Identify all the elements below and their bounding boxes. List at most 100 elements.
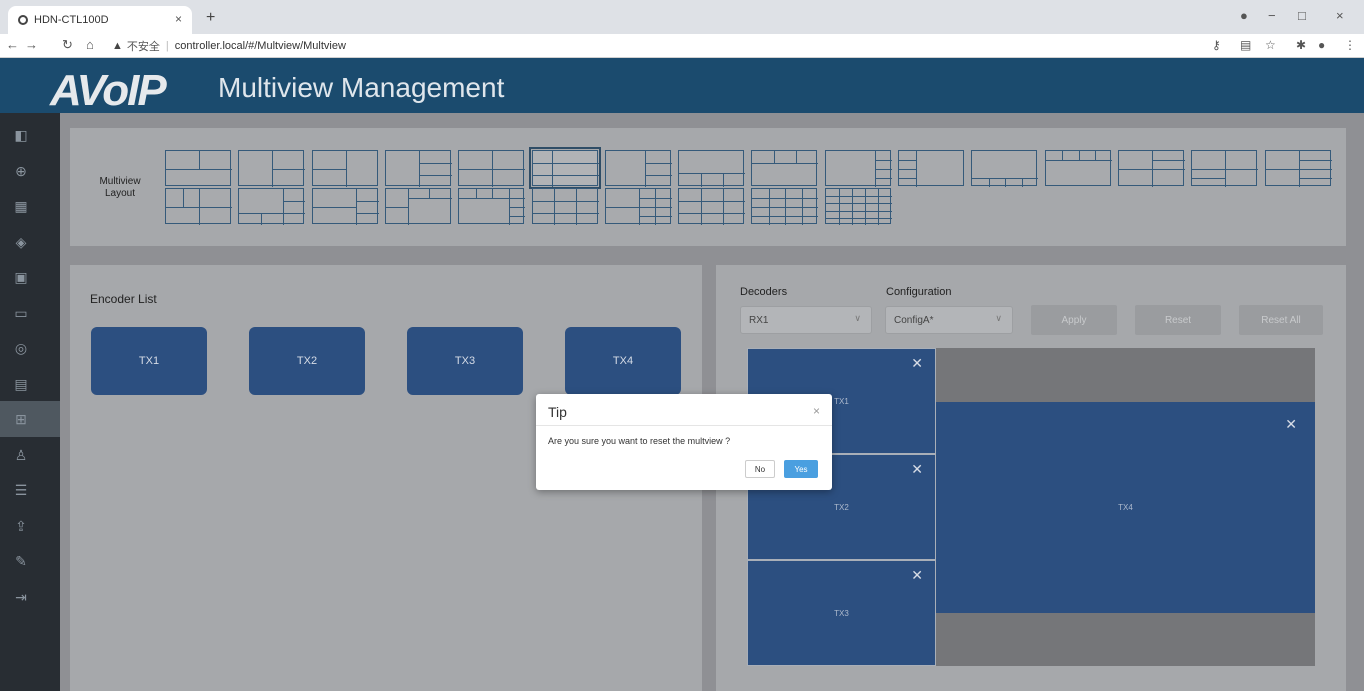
reload-icon[interactable]: ↻ bbox=[62, 37, 73, 53]
encoder-tx2[interactable]: TX2 bbox=[249, 327, 365, 395]
layout-option[interactable] bbox=[384, 150, 452, 187]
dialog-close-icon[interactable]: × bbox=[813, 404, 820, 418]
layout-option[interactable] bbox=[1044, 150, 1112, 186]
layout-option[interactable] bbox=[384, 188, 452, 225]
layout-divider bbox=[199, 151, 200, 169]
browser-tab[interactable]: HDN-CTL100D × bbox=[8, 6, 192, 34]
layout-option[interactable] bbox=[238, 188, 306, 225]
layout-option[interactable] bbox=[824, 188, 892, 225]
minimize-button[interactable]: − bbox=[1268, 8, 1276, 23]
layout-option[interactable] bbox=[165, 150, 232, 186]
layout-option[interactable] bbox=[1191, 150, 1259, 187]
layout-option[interactable] bbox=[971, 150, 1039, 187]
apply-button[interactable]: Apply bbox=[1031, 305, 1117, 335]
sidebar: ◧ ⊕ ▦ ◈ ▣ ▭ ◎ ▤ ⊞ ♙ ☰ ⇪ ✎ ⇥ bbox=[0, 113, 60, 691]
sidebar-item-sliders[interactable]: ☰ bbox=[0, 472, 60, 508]
tab-title: HDN-CTL100D bbox=[34, 14, 109, 26]
layout-option[interactable] bbox=[165, 188, 232, 225]
layout-divider bbox=[700, 172, 702, 187]
close-icon[interactable]: ✕ bbox=[911, 567, 923, 584]
layout-divider bbox=[878, 189, 880, 225]
sidebar-item-user[interactable]: ♙ bbox=[0, 437, 60, 473]
sidebar-item-screen[interactable]: ▭ bbox=[0, 295, 60, 331]
decoder-select[interactable]: RX1 ∨ bbox=[740, 306, 872, 334]
logout-icon: ⇥ bbox=[15, 588, 27, 605]
sidebar-item-layers[interactable]: ◈ bbox=[0, 224, 60, 260]
layout-option[interactable] bbox=[678, 150, 746, 187]
new-tab-button[interactable]: + bbox=[206, 9, 215, 27]
layout-divider bbox=[418, 151, 420, 187]
layout-divider bbox=[795, 151, 797, 163]
globe-icon bbox=[18, 15, 28, 25]
layout-option[interactable] bbox=[604, 188, 672, 225]
window-tx3[interactable]: TX3 ✕ bbox=[747, 560, 936, 666]
close-icon[interactable]: ✕ bbox=[911, 355, 923, 372]
layout-option[interactable] bbox=[824, 150, 892, 187]
layout-option[interactable] bbox=[1264, 150, 1332, 187]
layout-divider bbox=[459, 198, 526, 199]
layout-option[interactable] bbox=[751, 188, 819, 225]
sidebar-item-settings-circle[interactable]: ◎ bbox=[0, 330, 60, 366]
layout-divider bbox=[1298, 151, 1300, 187]
encoder-tx3[interactable]: TX3 bbox=[407, 327, 523, 395]
sidebar-item-upload[interactable]: ⇪ bbox=[0, 508, 60, 544]
translate-icon[interactable]: ▤ bbox=[1240, 38, 1251, 52]
key-icon[interactable]: ⚷ bbox=[1212, 38, 1221, 52]
extensions-icon[interactable]: ✱ bbox=[1296, 38, 1306, 52]
home-icon[interactable]: ⌂ bbox=[86, 37, 94, 52]
tab-close-icon[interactable]: × bbox=[175, 12, 182, 26]
sidebar-item-monitor[interactable]: ◧ bbox=[0, 117, 60, 153]
yes-button[interactable]: Yes bbox=[784, 460, 818, 478]
window-tx4[interactable]: TX4 ✕ bbox=[936, 402, 1315, 613]
dialog-message: Are you sure you want to reset the multv… bbox=[548, 436, 731, 446]
forward-icon[interactable]: → bbox=[25, 37, 38, 52]
layout-divider bbox=[418, 162, 452, 164]
security-label: 不安全 bbox=[126, 41, 160, 53]
sidebar-item-display[interactable]: ▣ bbox=[0, 259, 60, 295]
layout-option[interactable] bbox=[458, 188, 526, 225]
maximize-button[interactable]: □ bbox=[1298, 8, 1306, 23]
layout-option[interactable] bbox=[751, 150, 819, 186]
close-icon[interactable]: ✕ bbox=[1285, 416, 1297, 433]
layout-option[interactable] bbox=[528, 147, 601, 189]
layout-divider bbox=[576, 189, 578, 225]
layout-option[interactable] bbox=[311, 150, 378, 187]
dialog-divider bbox=[536, 425, 832, 426]
profile-dot-icon[interactable]: ● bbox=[1240, 8, 1248, 23]
reset-button[interactable]: Reset bbox=[1135, 305, 1221, 335]
encoder-tx4[interactable]: TX4 bbox=[565, 327, 681, 395]
sidebar-item-multiview[interactable]: ⊞ bbox=[0, 401, 60, 437]
layout-option[interactable] bbox=[458, 150, 526, 187]
layout-option[interactable] bbox=[898, 150, 964, 187]
layout-divider bbox=[199, 189, 200, 225]
layout-divider bbox=[825, 203, 892, 205]
layout-divider bbox=[645, 151, 647, 187]
layout-divider bbox=[1078, 151, 1080, 160]
encoder-tx1[interactable]: TX1 bbox=[91, 327, 207, 395]
reset-all-button[interactable]: Reset All bbox=[1239, 305, 1323, 335]
configuration-select[interactable]: ConfigA* ∨ bbox=[885, 306, 1013, 334]
url-field[interactable]: ▲ 不安全 | controller.local/#/Multview/Mult… bbox=[112, 37, 1192, 55]
sidebar-item-matrix[interactable]: ▤ bbox=[0, 366, 60, 402]
layout-option[interactable] bbox=[1117, 150, 1185, 187]
window-close-button[interactable]: × bbox=[1336, 8, 1344, 23]
layout-divider bbox=[429, 189, 431, 198]
sidebar-item-add-circle[interactable]: ⊕ bbox=[0, 153, 60, 189]
configuration-select-value: ConfigA* bbox=[894, 314, 934, 326]
layout-option[interactable] bbox=[311, 188, 379, 225]
chevron-down-icon: ∨ bbox=[995, 313, 1002, 323]
no-button[interactable]: No bbox=[745, 460, 775, 478]
layout-option[interactable] bbox=[678, 188, 746, 225]
close-icon[interactable]: ✕ bbox=[911, 461, 923, 478]
sidebar-item-wrench[interactable]: ✎ bbox=[0, 543, 60, 579]
account-icon[interactable]: ● bbox=[1318, 38, 1325, 52]
menu-icon[interactable]: ⋮ bbox=[1344, 38, 1356, 52]
sidebar-item-grid[interactable]: ▦ bbox=[0, 188, 60, 224]
layout-option[interactable] bbox=[238, 150, 306, 187]
layout-option[interactable] bbox=[604, 150, 672, 187]
star-icon[interactable]: ☆ bbox=[1265, 38, 1276, 52]
layout-option[interactable] bbox=[531, 188, 599, 225]
url-text: controller.local/#/Multview/Multview bbox=[174, 40, 346, 52]
back-icon[interactable]: ← bbox=[6, 37, 19, 52]
sidebar-item-logout[interactable]: ⇥ bbox=[0, 579, 60, 615]
